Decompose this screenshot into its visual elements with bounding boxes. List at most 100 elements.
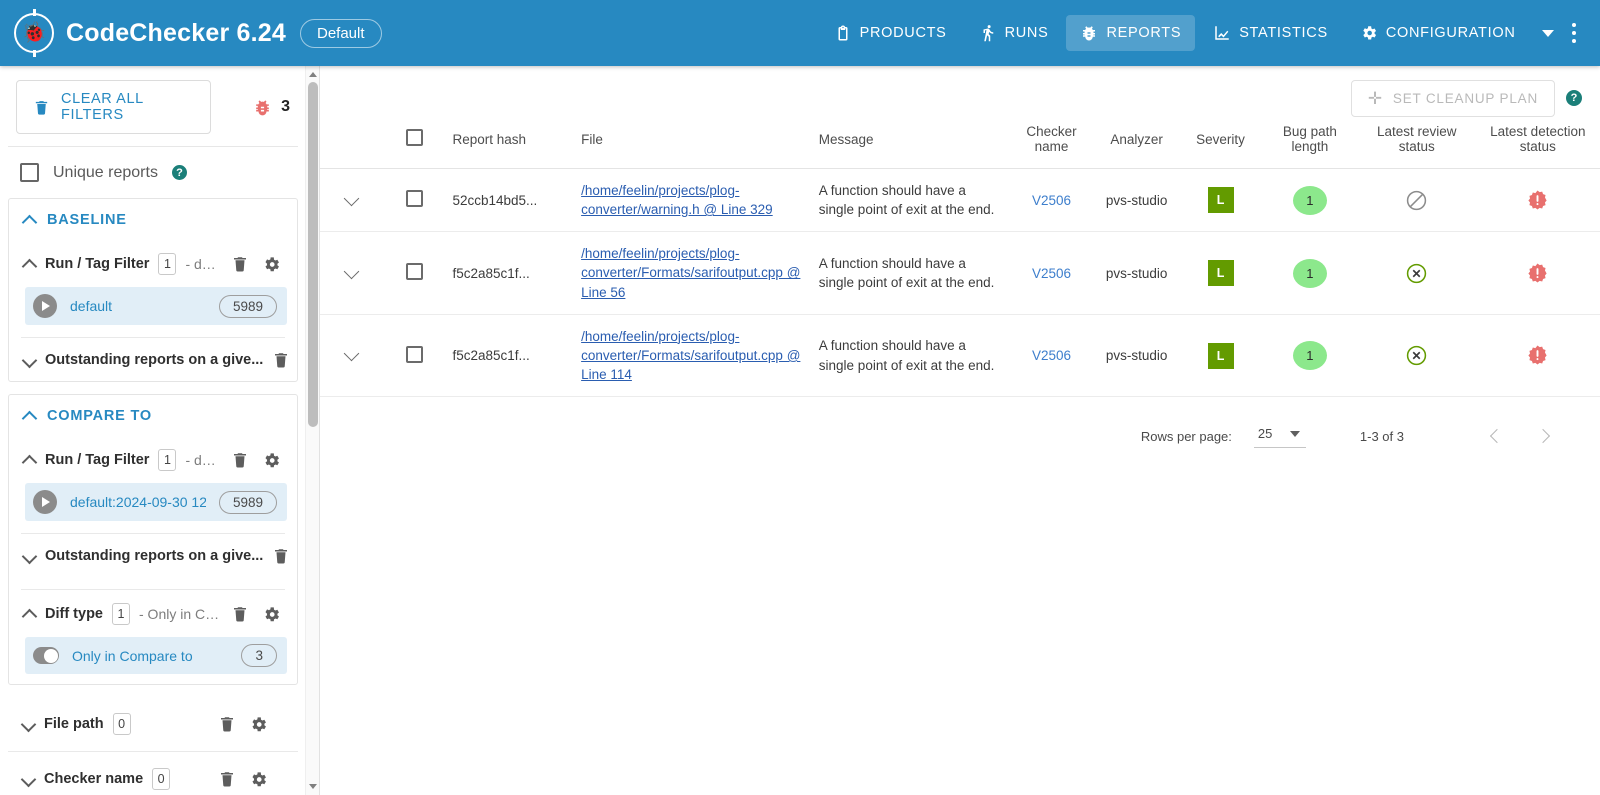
checker-link[interactable]: V2506: [1032, 266, 1071, 281]
app-header: 🐞 CodeChecker 6.24 Default PRODUCTS RUNS…: [0, 0, 1600, 66]
help-circle-icon[interactable]: ?: [1566, 90, 1582, 106]
nav-item-statistics[interactable]: STATISTICS: [1199, 15, 1342, 51]
table-row[interactable]: f5c2a85c1f... /home/feelin/projects/plog…: [320, 232, 1600, 314]
header-message[interactable]: Message: [813, 114, 1009, 169]
bug-icon: [1080, 24, 1098, 42]
select-all-checkbox[interactable]: [406, 129, 423, 146]
header-report-hash[interactable]: Report hash: [446, 114, 575, 169]
table-row[interactable]: 52ccb14bd5... /home/feelin/projects/plog…: [320, 169, 1600, 232]
row-checkbox[interactable]: [406, 263, 423, 280]
header-file[interactable]: File: [575, 114, 813, 169]
filter-diff-type[interactable]: Diff type 1 - Only in Co...: [9, 590, 297, 637]
clear-all-filters-button[interactable]: CLEAR ALL FILTERS: [16, 80, 211, 134]
nav-item-reports[interactable]: REPORTS: [1066, 15, 1195, 51]
trash-icon[interactable]: [218, 770, 236, 788]
red-alert-badge-icon[interactable]: [1482, 189, 1594, 212]
scroll-down-arrow-icon[interactable]: [309, 784, 317, 789]
trash-icon[interactable]: [231, 255, 249, 273]
filter-checker-name[interactable]: Checker name 0: [0, 752, 306, 795]
trash-icon[interactable]: [231, 451, 249, 469]
previous-page-button[interactable]: [1478, 419, 1512, 453]
file-link[interactable]: /home/feelin/projects/plog-converter/For…: [581, 246, 800, 299]
filter-run-tag-baseline[interactable]: Run / Tag Filter 1 - default: [9, 240, 297, 287]
trash-icon[interactable]: [218, 715, 236, 733]
gear-icon[interactable]: [249, 715, 268, 734]
trash-icon[interactable]: [272, 547, 290, 565]
filter-file-path[interactable]: File path 0: [0, 697, 306, 751]
gear-icon[interactable]: [262, 451, 281, 470]
gear-icon[interactable]: [262, 255, 281, 274]
row-select-cell[interactable]: [383, 232, 446, 314]
unique-reports-row[interactable]: Unique reports ?: [0, 147, 306, 198]
header-bug-path-length[interactable]: Bug path length: [1262, 114, 1358, 169]
filter-count: 0: [113, 713, 131, 735]
chevron-down-icon: [22, 718, 35, 731]
trash-icon[interactable]: [272, 351, 290, 369]
kebab-menu-icon[interactable]: [1554, 17, 1591, 50]
header-checker-name[interactable]: Checker name: [1009, 114, 1094, 169]
report-count-indicator: 3: [253, 98, 290, 117]
header-analyzer[interactable]: Analyzer: [1094, 114, 1179, 169]
nav-item-products[interactable]: PRODUCTS: [820, 15, 961, 51]
row-select-cell[interactable]: [383, 314, 446, 396]
filter-option-default-baseline[interactable]: default 5989: [25, 287, 287, 325]
product-chip[interactable]: Default: [300, 19, 382, 48]
gear-icon[interactable]: [262, 605, 281, 624]
next-page-button[interactable]: [1528, 419, 1562, 453]
filter-option-only-in-compare-to[interactable]: Only in Compare to 3: [25, 637, 287, 674]
bug-glyph-icon: 🐞: [22, 23, 47, 43]
rows-per-page-label: Rows per page:: [1141, 429, 1232, 444]
nav-item-runs[interactable]: RUNS: [965, 15, 1063, 51]
sidebar-scrollbar-thumb[interactable]: [308, 82, 318, 427]
row-checkbox[interactable]: [406, 346, 423, 363]
circle-x-icon[interactable]: [1364, 262, 1470, 285]
chevron-down-icon[interactable]: [345, 265, 359, 279]
filter-name: Outstanding reports on a give...: [45, 548, 263, 564]
sidebar-scrollbar[interactable]: [305, 66, 319, 795]
filter-outstanding-baseline[interactable]: Outstanding reports on a give...: [9, 338, 297, 381]
gear-icon[interactable]: [249, 770, 268, 789]
severity-badge: L: [1208, 260, 1234, 286]
row-select-cell[interactable]: [383, 169, 446, 232]
filter-option-default-tag[interactable]: default:2024-09-30 12:13:41 5989: [25, 483, 287, 521]
checker-link[interactable]: V2506: [1032, 348, 1071, 363]
row-checkbox[interactable]: [406, 190, 423, 207]
nav-item-configuration[interactable]: CONFIGURATION: [1346, 15, 1530, 51]
row-expand-cell[interactable]: [320, 169, 383, 232]
set-cleanup-plan-button[interactable]: ✛ SET CLEANUP PLAN: [1351, 80, 1555, 117]
chevron-down-icon[interactable]: [1542, 30, 1554, 37]
filter-run-tag-compare[interactable]: Run / Tag Filter 1 - defa...: [9, 436, 297, 483]
file-link[interactable]: /home/feelin/projects/plog-converter/war…: [581, 183, 773, 217]
table-row[interactable]: f5c2a85c1f... /home/feelin/projects/plog…: [320, 314, 1600, 396]
header-severity[interactable]: Severity: [1179, 114, 1262, 169]
red-alert-badge-icon[interactable]: [1482, 344, 1594, 367]
unique-reports-checkbox[interactable]: [20, 163, 39, 182]
group-header-baseline[interactable]: BASELINE: [9, 199, 297, 240]
rows-per-page-select[interactable]: 25: [1254, 424, 1306, 448]
cell-latest-detection-status: [1476, 232, 1600, 314]
row-expand-cell[interactable]: [320, 314, 383, 396]
trash-icon[interactable]: [231, 605, 249, 623]
no-entry-icon[interactable]: [1364, 189, 1470, 212]
red-alert-badge-icon[interactable]: [1482, 262, 1594, 285]
scroll-up-arrow-icon[interactable]: [309, 72, 317, 77]
reports-table: Report hash File Message Checker name An…: [320, 114, 1600, 397]
group-header-compare-to[interactable]: COMPARE TO: [9, 395, 297, 436]
table-header-row: Report hash File Message Checker name An…: [320, 114, 1600, 169]
checker-link[interactable]: V2506: [1032, 193, 1071, 208]
filter-outstanding-compare[interactable]: Outstanding reports on a give...: [9, 534, 297, 577]
filter-option-label: default:2024-09-30 12:13:41: [70, 494, 206, 510]
reports-table-body: 52ccb14bd5... /home/feelin/projects/plog…: [320, 169, 1600, 397]
header-latest-detection-status[interactable]: Latest detection status: [1476, 114, 1600, 169]
cell-report-hash: f5c2a85c1f...: [446, 232, 575, 314]
help-circle-icon[interactable]: ?: [172, 165, 187, 180]
brand: 🐞 CodeChecker 6.24 Default: [0, 13, 382, 53]
cell-latest-detection-status: [1476, 314, 1600, 396]
header-latest-review-status[interactable]: Latest review status: [1358, 114, 1476, 169]
chevron-down-icon[interactable]: [345, 192, 359, 206]
row-expand-cell[interactable]: [320, 232, 383, 314]
circle-x-icon[interactable]: [1364, 344, 1470, 367]
chevron-down-icon[interactable]: [345, 347, 359, 361]
filter-option-count: 5989: [219, 295, 277, 318]
file-link[interactable]: /home/feelin/projects/plog-converter/For…: [581, 329, 800, 382]
